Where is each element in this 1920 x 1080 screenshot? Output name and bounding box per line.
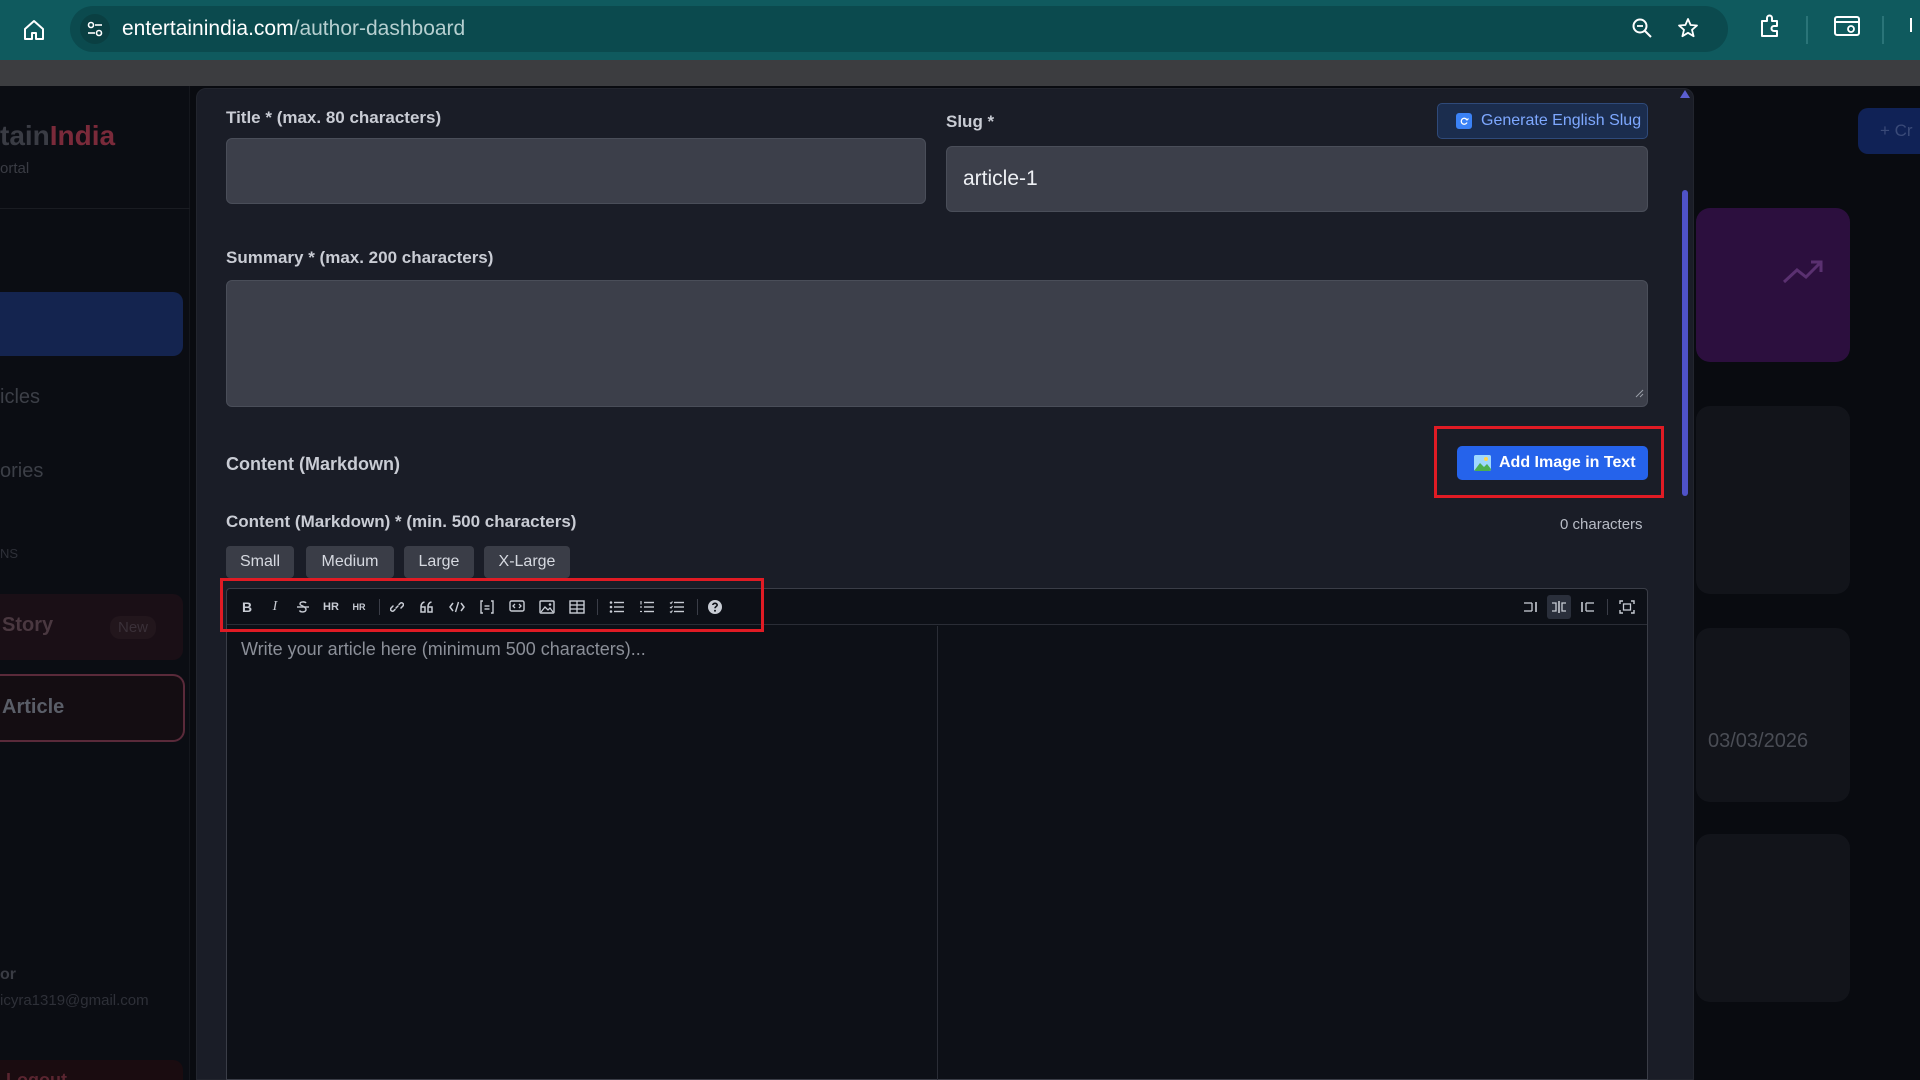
logo-subtitle: ortal (0, 160, 30, 177)
sidebar-item-story[interactable]: Story New (0, 594, 183, 660)
url-domain: entertainindia.com (122, 17, 294, 40)
editor-pane-divider (937, 626, 938, 1080)
create-button[interactable]: + Cr (1858, 108, 1920, 154)
toolbar-divider (1882, 16, 1884, 44)
size-xlarge-button[interactable]: X-Large (484, 546, 570, 578)
size-medium-button[interactable]: Medium (306, 546, 394, 578)
resize-grip-icon[interactable] (1634, 385, 1644, 403)
zoom-icon[interactable] (1630, 16, 1654, 45)
live-preview-icon[interactable] (1547, 595, 1571, 619)
sidebar-divider (0, 208, 190, 209)
sidebar-story-label: Story (2, 614, 54, 636)
url-path: /author-dashboard (293, 17, 466, 40)
character-count: 0 characters (1560, 516, 1643, 533)
user-email: icyra1319@gmail.com (0, 992, 149, 1009)
sidebar-item-active[interactable] (0, 292, 183, 356)
sidebar-article-label: Article (2, 696, 65, 718)
logo-text-right: India (49, 120, 116, 151)
new-badge: New (110, 616, 157, 639)
title-input[interactable] (226, 138, 926, 204)
title-label: Title * (max. 80 characters) (226, 108, 442, 127)
editor-only-icon[interactable] (1519, 595, 1543, 619)
editor-placeholder[interactable]: Write your article here (minimum 500 cha… (241, 639, 646, 660)
sidebar-section-label: NS (0, 546, 19, 561)
toolbar-separator (1607, 599, 1608, 615)
modal-scrollbar[interactable] (1682, 190, 1688, 496)
image-icon (1474, 455, 1491, 471)
user-role: or (0, 966, 16, 983)
logout-label: Logout (6, 1070, 67, 1080)
slug-input[interactable]: article-1 (946, 146, 1648, 212)
sidebar-item-articles[interactable]: icles (0, 386, 40, 409)
generate-slug-button[interactable]: Generate English Slug (1437, 103, 1648, 139)
article-card (1696, 834, 1850, 1002)
browser-toolbar: entertainindia.com/author-dashboard (0, 0, 1920, 60)
article-date: 03/03/2026 (1708, 730, 1809, 752)
tab-search-icon[interactable] (1832, 12, 1862, 45)
url-text[interactable]: entertainindia.com/author-dashboard (122, 17, 465, 41)
logout-button[interactable]: Logout (0, 1060, 183, 1080)
create-button-label: + Cr (1880, 121, 1913, 140)
add-image-button[interactable]: Add Image in Text (1457, 446, 1648, 480)
toolbar-divider (1806, 16, 1808, 44)
page-top-strip (0, 60, 1920, 86)
address-bar[interactable]: entertainindia.com/author-dashboard (70, 6, 1728, 52)
preview-only-icon[interactable] (1575, 595, 1599, 619)
sidebar (0, 86, 190, 1080)
content-heading: Content (Markdown) (226, 454, 400, 474)
refresh-icon (1456, 113, 1472, 129)
summary-label: Summary * (max. 200 characters) (226, 248, 494, 267)
markdown-editor: B I HR HR Write your article here (minim… (226, 588, 1648, 1080)
size-large-button[interactable]: Large (404, 546, 474, 578)
generate-slug-label: Generate English Slug (1481, 112, 1642, 129)
sidebar-item-categories[interactable]: ories (0, 460, 43, 483)
content-label: Content (Markdown) * (min. 500 character… (226, 512, 577, 531)
highlight-box (220, 578, 764, 632)
summary-textarea[interactable] (226, 280, 1648, 407)
trending-up-icon (1782, 258, 1824, 291)
extensions-icon[interactable] (1756, 12, 1784, 45)
site-settings-icon[interactable] (80, 14, 110, 44)
bookmark-star-icon[interactable] (1676, 16, 1700, 45)
fullscreen-icon[interactable] (1615, 595, 1639, 619)
home-icon[interactable] (18, 14, 50, 46)
scroll-up-arrow[interactable] (1680, 90, 1690, 98)
download-icon[interactable] (1902, 12, 1920, 45)
site-logo: tainIndia (0, 120, 115, 152)
logo-text-left: tain (0, 120, 50, 151)
stats-card-trend (1696, 208, 1850, 362)
slug-label: Slug * (946, 112, 995, 131)
add-image-label: Add Image in Text (1499, 454, 1636, 471)
article-card (1696, 628, 1850, 802)
size-small-button[interactable]: Small (226, 546, 294, 578)
stats-card (1696, 406, 1850, 594)
sidebar-item-article[interactable]: Article (0, 674, 185, 742)
